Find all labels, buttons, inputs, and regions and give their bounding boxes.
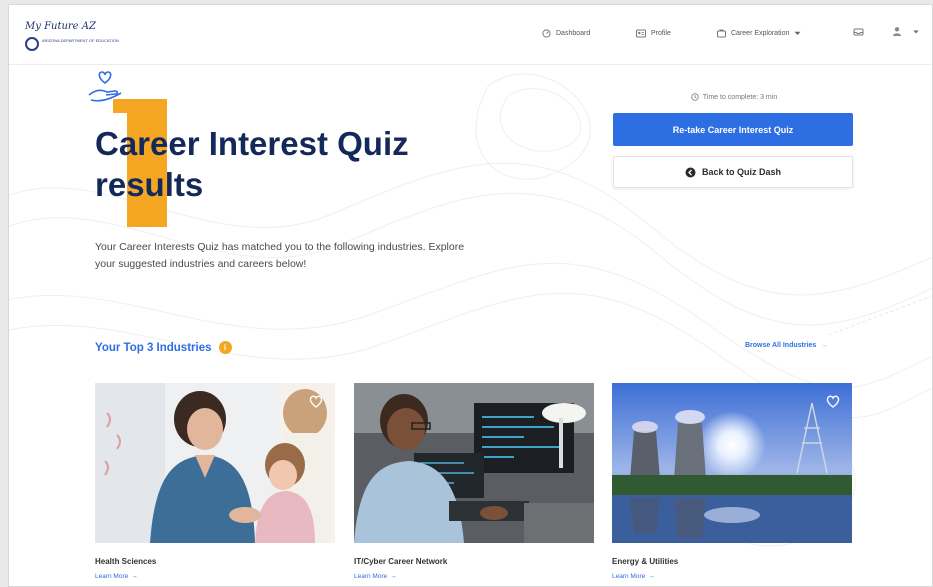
learn-more-link[interactable]: Learn More →: [612, 573, 852, 580]
top-industries-heading: Your Top 3 Industries i: [95, 341, 232, 354]
learn-more-label: Learn More: [95, 573, 129, 580]
time-to-complete-label: Time to complete: 3 min: [702, 93, 778, 101]
info-icon[interactable]: i: [218, 341, 232, 354]
user-menu[interactable]: [892, 26, 919, 37]
time-to-complete: Time to complete: 3 min: [614, 93, 854, 101]
arrow-right-icon: →: [820, 342, 828, 349]
retake-quiz-button[interactable]: Re-take Career Interest Quiz: [613, 113, 853, 146]
learn-more-link[interactable]: Learn More →: [95, 573, 335, 580]
dashboard-icon: [542, 29, 551, 38]
state-seal-icon: [25, 37, 39, 51]
browse-all-industries-label: Browse All Industries: [745, 342, 817, 349]
nav-career-exploration[interactable]: Career Exploration: [717, 29, 801, 38]
back-to-quiz-dash-label: Back to Quiz Dash: [701, 167, 782, 177]
browse-all-industries-link[interactable]: Browse All Industries →: [745, 342, 827, 349]
nav-dashboard[interactable]: Dashboard: [542, 29, 590, 38]
arrow-right-icon: →: [390, 573, 397, 580]
heart-icon[interactable]: [826, 395, 840, 408]
clock-icon: [691, 93, 699, 101]
learn-more-label: Learn More: [612, 573, 646, 580]
card-title: Health Sciences: [95, 557, 157, 566]
industry-card-health-sciences[interactable]: Health Sciences Learn More →: [95, 383, 335, 580]
learn-more-label: Learn More: [354, 573, 388, 580]
profile-icon: [636, 29, 646, 38]
user-icon: [893, 27, 901, 36]
nav-career-exploration-label: Career Exploration: [731, 30, 790, 37]
page-title: Career Interest Quiz results: [95, 125, 409, 203]
chevron-down-icon: [794, 31, 801, 35]
card-title: IT/Cyber Career Network: [354, 557, 448, 566]
career-icon: [717, 29, 726, 38]
page-description: Your Career Interests Quiz has matched y…: [95, 241, 465, 270]
energy-utilities-image: [612, 383, 852, 543]
industry-card-energy-utilities[interactable]: Energy & Utilities Learn More →: [612, 383, 852, 580]
industry-card-it-cyber[interactable]: IT/Cyber Career Network Learn More →: [354, 383, 594, 580]
top-industries-title: Your Top 3 Industries: [95, 341, 212, 354]
arrow-right-icon: →: [131, 573, 138, 580]
chevron-down-icon: [913, 30, 919, 33]
browser-viewport: My Future AZ ARIZONA DEPARTMENT OF EDUCA…: [8, 4, 933, 587]
top-navigation-bar: My Future AZ ARIZONA DEPARTMENT OF EDUCA…: [9, 5, 932, 65]
logo[interactable]: My Future AZ ARIZONA DEPARTMENT OF EDUCA…: [25, 21, 119, 57]
back-to-quiz-dash-button[interactable]: Back to Quiz Dash: [613, 156, 853, 188]
nav-profile[interactable]: Profile: [636, 29, 671, 38]
inbox-icon: [853, 28, 864, 36]
inbox-button[interactable]: [853, 27, 864, 37]
nav-profile-label: Profile: [651, 30, 671, 37]
logo-text: My Future AZ: [25, 21, 96, 32]
heart-icon[interactable]: [309, 395, 323, 408]
health-sciences-image: [95, 383, 335, 543]
learn-more-link[interactable]: Learn More →: [354, 573, 594, 580]
card-title: Energy & Utilities: [612, 557, 679, 566]
it-cyber-image: [354, 383, 594, 543]
arrow-right-icon: →: [648, 573, 655, 580]
back-arrow-icon: [685, 167, 696, 177]
logo-subtext: ARIZONA DEPARTMENT OF EDUCATION: [42, 38, 119, 43]
nav-dashboard-label: Dashboard: [556, 30, 591, 37]
